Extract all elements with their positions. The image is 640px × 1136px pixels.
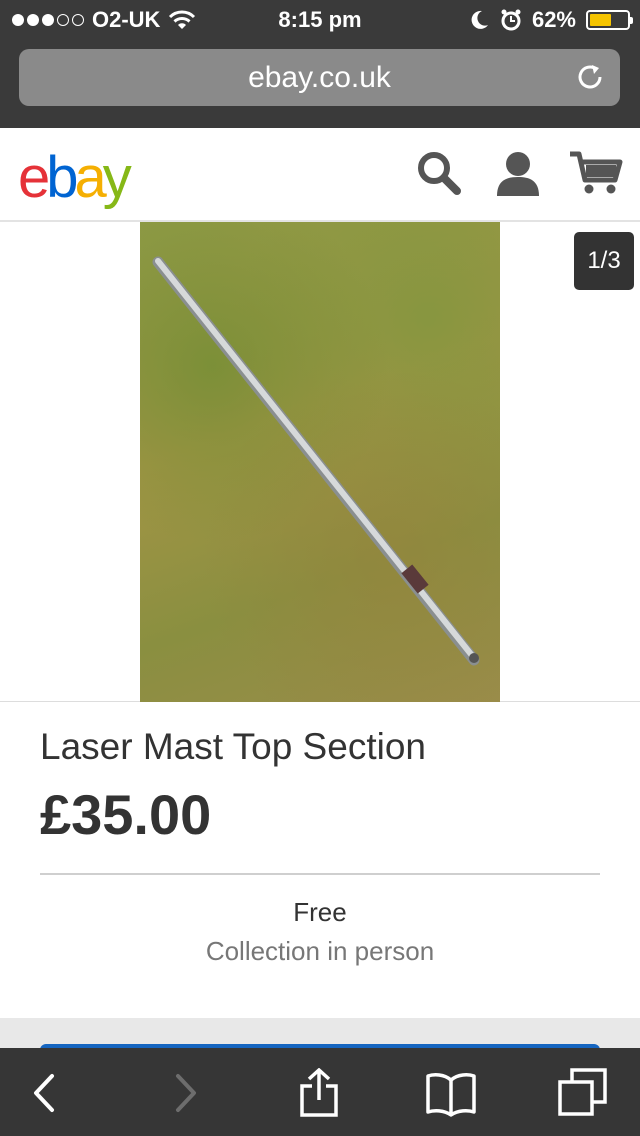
logo-letter: a: [74, 145, 107, 210]
status-right: 62%: [468, 7, 633, 33]
battery-icon: [586, 10, 633, 30]
cart-icon[interactable]: [568, 150, 624, 196]
back-icon[interactable]: [20, 1068, 70, 1118]
listing-title: Laser Mast Top Section: [40, 726, 426, 767]
logo-letter: e: [18, 145, 50, 210]
share-icon[interactable]: [294, 1068, 344, 1118]
forward-icon[interactable]: [160, 1068, 210, 1118]
status-bar: O2-UK 8:15 pm 62%: [0, 0, 640, 40]
url-text: ebay.co.uk: [248, 61, 391, 94]
user-account-icon[interactable]: [495, 150, 541, 198]
battery-percent: 62%: [531, 7, 576, 32]
reload-icon[interactable]: [574, 61, 606, 93]
alarm-icon: [501, 9, 521, 31]
product-photo[interactable]: [140, 222, 500, 702]
image-gallery[interactable]: 1/3: [0, 222, 640, 702]
divider: [40, 873, 600, 875]
browser-chrome: O2-UK 8:15 pm 62% ebay.co.uk: [0, 0, 640, 128]
search-icon[interactable]: [416, 150, 462, 196]
ebay-logo[interactable]: ebay: [18, 144, 132, 211]
listing-price: £35.00: [40, 783, 212, 846]
logo-letter: y: [102, 145, 132, 210]
image-counter: 1/3: [574, 232, 634, 290]
address-bar[interactable]: ebay.co.uk: [19, 49, 620, 106]
shipping-method: Collection in person: [205, 936, 435, 966]
logo-letter: b: [46, 145, 78, 210]
shipping-cost: Free: [293, 897, 347, 927]
moon-icon: [471, 10, 488, 29]
site-header: ebay: [0, 128, 640, 222]
mast-pole-image: [152, 256, 480, 666]
bookmarks-icon[interactable]: [426, 1068, 476, 1118]
tabs-icon[interactable]: [558, 1068, 608, 1118]
browser-toolbar: [0, 1048, 640, 1136]
